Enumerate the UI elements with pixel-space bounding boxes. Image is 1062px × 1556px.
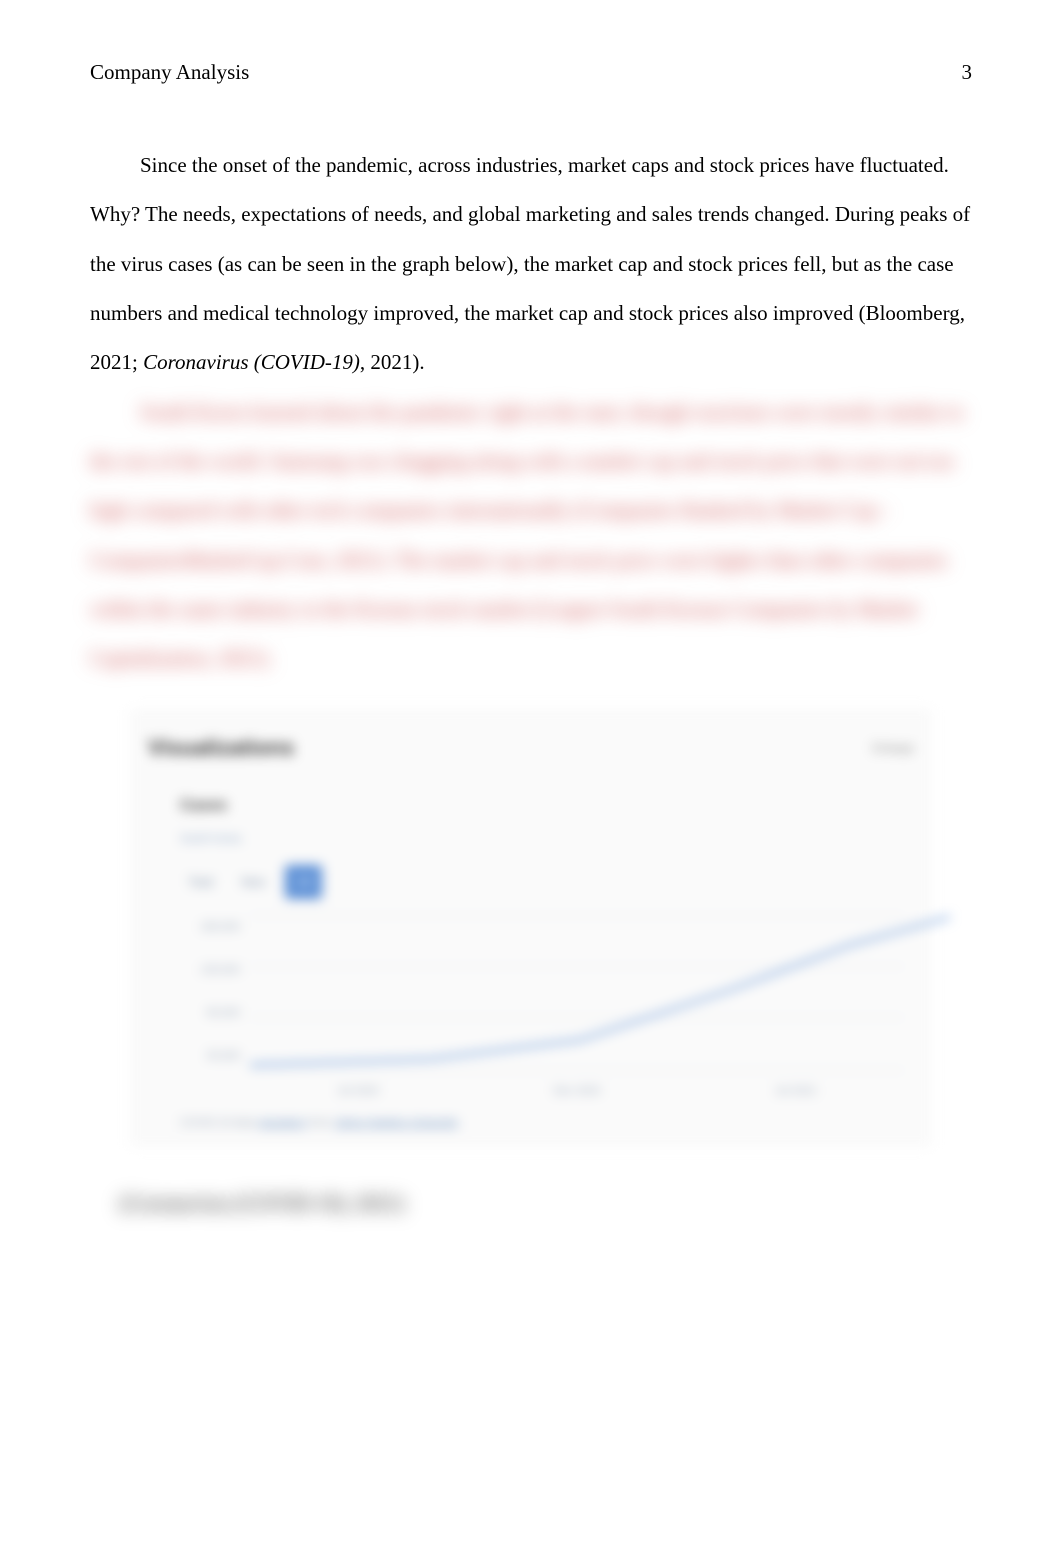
- chart-country: South Korea: [180, 827, 914, 853]
- paragraph-2-text: South Korea learned about the pandemic r…: [90, 400, 963, 671]
- chart-tabs: Total New 1M: [180, 865, 914, 899]
- chart-meta: Cases South Korea Total New 1M: [180, 787, 914, 899]
- footer-link-jhu[interactable]: Johns Hopkins University: [335, 1117, 459, 1129]
- paragraph-1: Since the onset of the pandemic, across …: [90, 141, 972, 388]
- paragraph-1-italic-citation: Coronavirus (COVID-19): [143, 350, 360, 374]
- chart-line: [250, 915, 950, 1070]
- chart-visualization-block: Visualizations Enlarge Cases South Korea…: [130, 708, 932, 1147]
- chart-plot-area: 180,000 135,000 90,000 45,000 Jul 2020 D…: [180, 915, 904, 1105]
- x-tick: Dec 2020: [553, 1079, 600, 1105]
- x-tick: Jul 2021: [775, 1079, 817, 1105]
- chart-header: Visualizations Enlarge: [148, 722, 914, 774]
- paragraph-2: South Korea learned about the pandemic r…: [90, 388, 972, 684]
- tab-total[interactable]: Total: [180, 865, 221, 899]
- chart-source-footer: COVID-19 data repository from Johns Hopk…: [180, 1111, 914, 1137]
- tab-1m[interactable]: 1M: [285, 865, 322, 899]
- y-tick: 90,000: [180, 1001, 240, 1027]
- running-head: Company Analysis: [90, 60, 249, 85]
- x-axis-labels: Jul 2020 Dec 2020 Jul 2021: [250, 1079, 904, 1105]
- y-tick: 135,000: [180, 958, 240, 984]
- blurred-content: South Korea learned about the pandemic r…: [90, 388, 972, 684]
- x-tick: Jul 2020: [337, 1079, 379, 1105]
- paragraph-1-text-b: , 2021).: [360, 350, 425, 374]
- page-header: Company Analysis 3: [90, 60, 972, 85]
- y-axis-labels: 180,000 135,000 90,000 45,000: [180, 915, 240, 1070]
- chart-section-title: Visualizations: [148, 722, 294, 774]
- footer-mid: from: [310, 1117, 335, 1129]
- y-tick: 45,000: [180, 1044, 240, 1070]
- footer-link-repository[interactable]: repository: [258, 1117, 306, 1129]
- figure-citation: (Coronavirus (COVID-19), 2021): [120, 1179, 972, 1228]
- y-tick: 180,000: [180, 915, 240, 941]
- chart-expand-link[interactable]: Enlarge: [873, 734, 914, 762]
- tab-new[interactable]: New: [233, 865, 273, 899]
- document-body: Since the onset of the pandemic, across …: [90, 141, 972, 1228]
- footer-prefix: COVID-19 data: [180, 1117, 255, 1129]
- chart-subtitle: Cases: [180, 787, 914, 825]
- paragraph-1-text-a: Since the onset of the pandemic, across …: [90, 153, 970, 374]
- page-number: 3: [962, 60, 973, 85]
